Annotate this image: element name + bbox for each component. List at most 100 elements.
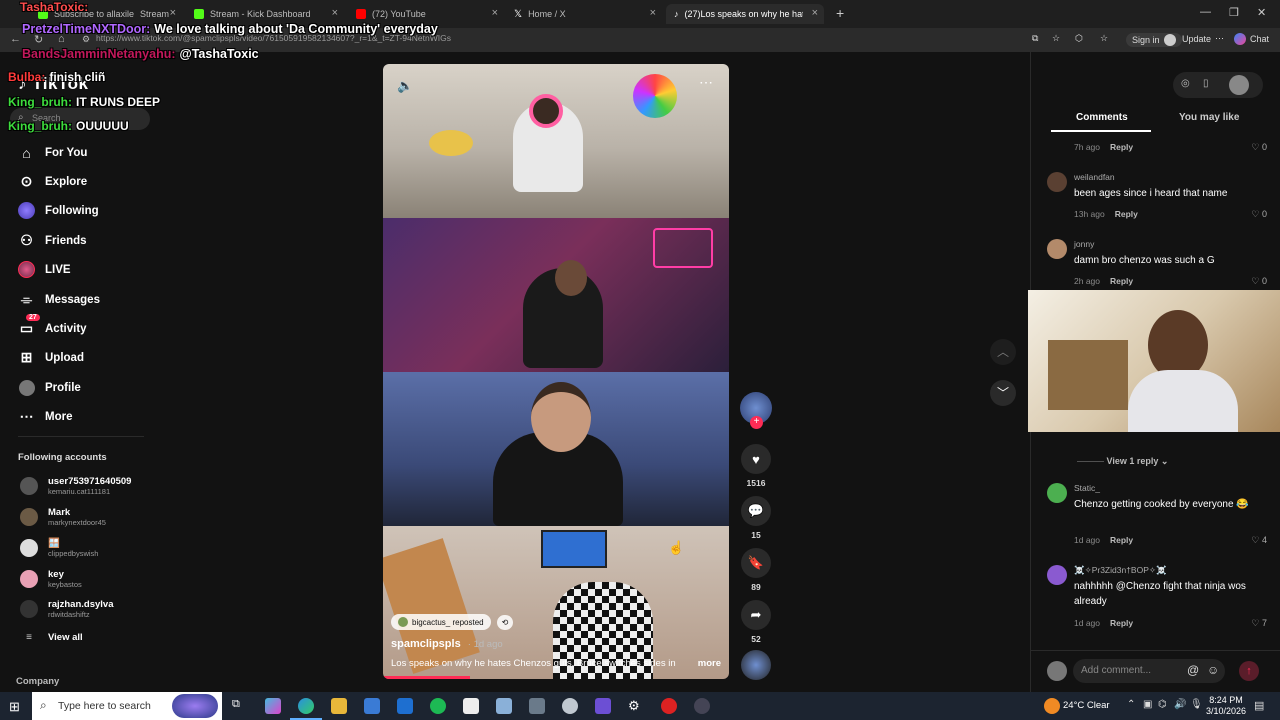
app-icon[interactable] (694, 698, 710, 714)
music-disc[interactable] (740, 650, 772, 680)
tab-comments[interactable]: Comments (1076, 112, 1128, 123)
weather-text[interactable]: 24°C Clear (1063, 700, 1110, 711)
comment-like[interactable]: ♡ 4 (1251, 535, 1267, 546)
reply-button[interactable]: Reply (1110, 276, 1133, 286)
avatar[interactable] (1047, 565, 1067, 585)
spotify-icon[interactable] (430, 698, 446, 714)
network-icon[interactable]: ⌬ (1158, 699, 1167, 710)
send-icon[interactable]: ↑ (1239, 661, 1259, 681)
window-close-icon[interactable]: ✕ (1257, 6, 1266, 19)
avatar[interactable] (1047, 239, 1067, 259)
app-icon[interactable] (562, 698, 578, 714)
outlook-icon[interactable] (397, 698, 413, 714)
file-explorer-icon[interactable] (331, 698, 347, 714)
tab-youtube[interactable]: (72) YouTube × (348, 4, 504, 24)
add-comment-input[interactable]: Add comment... @ ☺ (1073, 659, 1225, 683)
volume-icon[interactable]: 🔈 (397, 78, 413, 94)
more-link[interactable]: more (698, 658, 721, 669)
view-all-link[interactable]: ≡ View all (20, 632, 83, 643)
copilot-chat-button[interactable]: Chat (1234, 33, 1269, 45)
nav-following[interactable]: Following (18, 202, 99, 219)
favorite-icon[interactable]: ☆ (1052, 33, 1060, 44)
sign-in-button[interactable]: Sign in (1126, 33, 1182, 47)
tab-you-may-like[interactable]: You may like (1179, 112, 1239, 123)
nav-for-you[interactable]: ⌂ For You (18, 144, 87, 161)
store-icon[interactable] (364, 698, 380, 714)
previous-video-button[interactable]: ︿ (990, 339, 1016, 365)
company-link[interactable]: Company (16, 676, 59, 687)
nav-upload[interactable]: ⊞ Upload (18, 349, 84, 366)
device-icon[interactable]: ▯ (1203, 78, 1209, 89)
following-account[interactable]: key keybastos (20, 569, 82, 589)
nav-explore[interactable]: ⊙ Explore (18, 173, 88, 190)
tab-kick-dashboard[interactable]: Stream - Kick Dashboard × (186, 4, 344, 24)
tray-chevron-icon[interactable]: ⌃ (1127, 699, 1135, 710)
emoji-icon[interactable]: ☺ (1207, 663, 1219, 677)
nav-activity[interactable]: ▭ 27 Activity (18, 314, 87, 337)
comment-like[interactable]: ♡ 0 (1251, 142, 1267, 153)
reply-button[interactable]: Reply (1110, 142, 1133, 152)
settings-icon[interactable]: ⚙ (628, 698, 644, 714)
video-progress-bar[interactable] (383, 676, 470, 679)
like-button[interactable]: ♥ 1516 (740, 444, 772, 488)
avatar[interactable] (1047, 483, 1067, 503)
favorites-bar-icon[interactable]: ☆ (1100, 33, 1108, 44)
following-account[interactable]: 🪟 clippedbyswish (20, 538, 98, 558)
volume-icon[interactable]: 🔊 (1174, 699, 1186, 710)
weather-icon[interactable] (1044, 698, 1060, 714)
app-icon[interactable] (595, 698, 611, 714)
following-account[interactable]: rajzhan.dsylva rdwitdashiftz (20, 599, 113, 619)
nav-profile[interactable]: Profile (18, 379, 81, 396)
video-player[interactable]: 🔈 ⋯ bigcactus_ reposted ⟲ spamclipspls ·… (383, 64, 729, 679)
obs-icon[interactable] (661, 698, 677, 714)
avatar[interactable] (1047, 172, 1067, 192)
comment-like[interactable]: ♡ 0 (1251, 276, 1267, 287)
nav-live[interactable]: LIVE (18, 261, 71, 278)
minimize-icon[interactable]: — (1200, 6, 1211, 18)
author-avatar[interactable]: + (740, 392, 772, 429)
close-icon[interactable]: × (332, 7, 338, 19)
nav-messages[interactable]: ⌯ Messages (18, 291, 100, 308)
reply-button[interactable]: Reply (1110, 535, 1133, 545)
nav-friends[interactable]: ⚇ Friends (18, 232, 86, 249)
tab-x-home[interactable]: 𝕏 Home / X × (506, 4, 662, 24)
notepad-icon[interactable] (463, 698, 479, 714)
copilot-app-icon[interactable] (265, 698, 281, 714)
repost-chip[interactable]: bigcactus_ reposted (391, 614, 491, 630)
extensions-icon[interactable]: ⬡ (1075, 33, 1083, 44)
task-view-icon[interactable]: ⧉ (232, 698, 248, 714)
comment-button[interactable]: 💬 15 (740, 496, 772, 540)
repost-icon[interactable]: ⟲ (496, 614, 514, 630)
following-account[interactable]: user753971640509 kemariu.cat111181 (20, 476, 131, 496)
close-icon[interactable]: × (170, 7, 176, 19)
close-icon[interactable]: × (650, 7, 656, 19)
nav-more[interactable]: ⋯ More (18, 408, 73, 425)
share-button[interactable]: ➦ 52 (740, 600, 772, 644)
comment-like[interactable]: ♡ 0 (1251, 209, 1267, 220)
more-options-icon[interactable]: ⋯ (699, 74, 713, 91)
reply-button[interactable]: Reply (1110, 618, 1133, 628)
maximize-icon[interactable]: ❐ (1229, 6, 1239, 19)
microphone-icon[interactable]: 🎙 (1190, 699, 1203, 710)
comment-like[interactable]: ♡ 7 (1251, 618, 1267, 629)
taskbar-clock[interactable]: 8:24 PM 3/10/2026 (1206, 695, 1246, 717)
follow-plus-icon[interactable]: + (750, 416, 763, 429)
edge-icon[interactable] (298, 698, 314, 714)
close-icon[interactable]: × (812, 7, 818, 19)
mention-icon[interactable]: @ (1187, 663, 1199, 677)
view-replies-button[interactable]: ——— View 1 reply ⌄ (1077, 456, 1168, 467)
notifications-icon[interactable]: ▤ (1254, 699, 1264, 712)
tab-tiktok[interactable]: ♪ (27)Los speaks on why he hates Ch × (666, 4, 824, 24)
close-icon[interactable]: × (492, 7, 498, 19)
app-icon[interactable] (496, 698, 512, 714)
taskbar-search-input[interactable]: ⌕ Type here to search (32, 692, 222, 720)
save-button[interactable]: 🔖 89 (740, 548, 772, 592)
windows-start-icon[interactable]: ⊞ (9, 699, 20, 715)
tray-app-icon[interactable]: ▣ (1143, 699, 1152, 710)
back-icon[interactable]: ← (10, 33, 21, 45)
following-account[interactable]: Mark markynextdoor45 (20, 507, 106, 527)
download-icon[interactable]: ◎ (1181, 78, 1190, 89)
video-author[interactable]: spamclipspls (391, 638, 461, 650)
update-button[interactable]: Update ⋯ (1182, 33, 1224, 44)
extension-icon[interactable]: ⧉ (1032, 33, 1038, 44)
